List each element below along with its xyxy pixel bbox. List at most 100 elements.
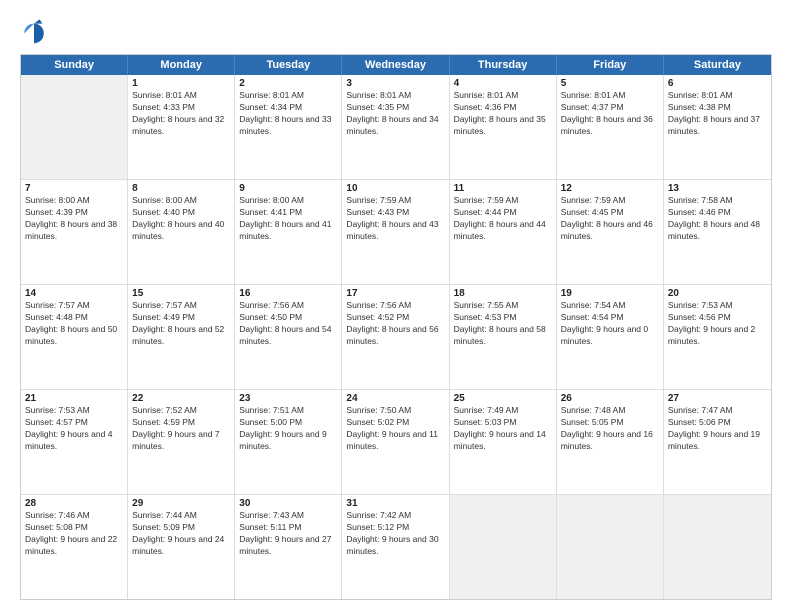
day-info: Sunrise: 8:00 AMSunset: 4:41 PMDaylight:… <box>239 195 337 243</box>
calendar-cell <box>557 495 664 599</box>
day-info: Sunrise: 7:47 AMSunset: 5:06 PMDaylight:… <box>668 405 767 453</box>
day-info: Sunrise: 7:42 AMSunset: 5:12 PMDaylight:… <box>346 510 444 558</box>
weekday-header: Sunday <box>21 55 128 75</box>
calendar-cell: 18Sunrise: 7:55 AMSunset: 4:53 PMDayligh… <box>450 285 557 389</box>
day-info: Sunrise: 7:49 AMSunset: 5:03 PMDaylight:… <box>454 405 552 453</box>
day-info: Sunrise: 8:01 AMSunset: 4:34 PMDaylight:… <box>239 90 337 138</box>
weekday-header: Friday <box>557 55 664 75</box>
day-number: 12 <box>561 183 659 194</box>
calendar-cell <box>21 75 128 179</box>
calendar-week-row: 7Sunrise: 8:00 AMSunset: 4:39 PMDaylight… <box>21 180 771 285</box>
calendar-header-row: SundayMondayTuesdayWednesdayThursdayFrid… <box>21 55 771 75</box>
calendar-cell <box>664 495 771 599</box>
day-info: Sunrise: 7:53 AMSunset: 4:56 PMDaylight:… <box>668 300 767 348</box>
day-info: Sunrise: 8:00 AMSunset: 4:40 PMDaylight:… <box>132 195 230 243</box>
calendar-cell: 21Sunrise: 7:53 AMSunset: 4:57 PMDayligh… <box>21 390 128 494</box>
calendar-cell: 9Sunrise: 8:00 AMSunset: 4:41 PMDaylight… <box>235 180 342 284</box>
day-info: Sunrise: 8:01 AMSunset: 4:37 PMDaylight:… <box>561 90 659 138</box>
day-info: Sunrise: 7:54 AMSunset: 4:54 PMDaylight:… <box>561 300 659 348</box>
calendar-cell: 6Sunrise: 8:01 AMSunset: 4:38 PMDaylight… <box>664 75 771 179</box>
day-info: Sunrise: 7:59 AMSunset: 4:44 PMDaylight:… <box>454 195 552 243</box>
calendar-cell: 1Sunrise: 8:01 AMSunset: 4:33 PMDaylight… <box>128 75 235 179</box>
calendar-cell: 26Sunrise: 7:48 AMSunset: 5:05 PMDayligh… <box>557 390 664 494</box>
day-number: 26 <box>561 393 659 404</box>
calendar: SundayMondayTuesdayWednesdayThursdayFrid… <box>20 54 772 600</box>
calendar-cell: 12Sunrise: 7:59 AMSunset: 4:45 PMDayligh… <box>557 180 664 284</box>
day-number: 1 <box>132 78 230 89</box>
calendar-week-row: 1Sunrise: 8:01 AMSunset: 4:33 PMDaylight… <box>21 75 771 180</box>
calendar-cell: 4Sunrise: 8:01 AMSunset: 4:36 PMDaylight… <box>450 75 557 179</box>
calendar-cell: 5Sunrise: 8:01 AMSunset: 4:37 PMDaylight… <box>557 75 664 179</box>
calendar-cell: 10Sunrise: 7:59 AMSunset: 4:43 PMDayligh… <box>342 180 449 284</box>
page: SundayMondayTuesdayWednesdayThursdayFrid… <box>0 0 792 612</box>
day-number: 28 <box>25 498 123 509</box>
day-info: Sunrise: 7:51 AMSunset: 5:00 PMDaylight:… <box>239 405 337 453</box>
logo-icon <box>20 18 48 46</box>
day-number: 2 <box>239 78 337 89</box>
day-info: Sunrise: 7:58 AMSunset: 4:46 PMDaylight:… <box>668 195 767 243</box>
day-info: Sunrise: 7:57 AMSunset: 4:48 PMDaylight:… <box>25 300 123 348</box>
calendar-cell: 30Sunrise: 7:43 AMSunset: 5:11 PMDayligh… <box>235 495 342 599</box>
day-number: 7 <box>25 183 123 194</box>
calendar-cell: 28Sunrise: 7:46 AMSunset: 5:08 PMDayligh… <box>21 495 128 599</box>
day-number: 5 <box>561 78 659 89</box>
day-number: 22 <box>132 393 230 404</box>
calendar-cell: 23Sunrise: 7:51 AMSunset: 5:00 PMDayligh… <box>235 390 342 494</box>
calendar-cell: 19Sunrise: 7:54 AMSunset: 4:54 PMDayligh… <box>557 285 664 389</box>
day-number: 23 <box>239 393 337 404</box>
day-info: Sunrise: 7:50 AMSunset: 5:02 PMDaylight:… <box>346 405 444 453</box>
day-info: Sunrise: 7:43 AMSunset: 5:11 PMDaylight:… <box>239 510 337 558</box>
day-info: Sunrise: 7:55 AMSunset: 4:53 PMDaylight:… <box>454 300 552 348</box>
calendar-cell: 7Sunrise: 8:00 AMSunset: 4:39 PMDaylight… <box>21 180 128 284</box>
day-number: 6 <box>668 78 767 89</box>
day-number: 14 <box>25 288 123 299</box>
day-number: 21 <box>25 393 123 404</box>
calendar-cell: 20Sunrise: 7:53 AMSunset: 4:56 PMDayligh… <box>664 285 771 389</box>
day-info: Sunrise: 8:01 AMSunset: 4:38 PMDaylight:… <box>668 90 767 138</box>
calendar-cell: 2Sunrise: 8:01 AMSunset: 4:34 PMDaylight… <box>235 75 342 179</box>
day-info: Sunrise: 7:44 AMSunset: 5:09 PMDaylight:… <box>132 510 230 558</box>
weekday-header: Wednesday <box>342 55 449 75</box>
day-info: Sunrise: 8:01 AMSunset: 4:36 PMDaylight:… <box>454 90 552 138</box>
day-info: Sunrise: 7:56 AMSunset: 4:50 PMDaylight:… <box>239 300 337 348</box>
day-number: 3 <box>346 78 444 89</box>
calendar-cell: 27Sunrise: 7:47 AMSunset: 5:06 PMDayligh… <box>664 390 771 494</box>
day-info: Sunrise: 7:56 AMSunset: 4:52 PMDaylight:… <box>346 300 444 348</box>
day-number: 13 <box>668 183 767 194</box>
day-number: 30 <box>239 498 337 509</box>
day-info: Sunrise: 7:59 AMSunset: 4:43 PMDaylight:… <box>346 195 444 243</box>
day-number: 15 <box>132 288 230 299</box>
calendar-cell: 13Sunrise: 7:58 AMSunset: 4:46 PMDayligh… <box>664 180 771 284</box>
weekday-header: Tuesday <box>235 55 342 75</box>
day-number: 8 <box>132 183 230 194</box>
day-number: 16 <box>239 288 337 299</box>
day-number: 31 <box>346 498 444 509</box>
day-info: Sunrise: 7:59 AMSunset: 4:45 PMDaylight:… <box>561 195 659 243</box>
calendar-cell: 22Sunrise: 7:52 AMSunset: 4:59 PMDayligh… <box>128 390 235 494</box>
calendar-week-row: 21Sunrise: 7:53 AMSunset: 4:57 PMDayligh… <box>21 390 771 495</box>
day-info: Sunrise: 7:53 AMSunset: 4:57 PMDaylight:… <box>25 405 123 453</box>
day-info: Sunrise: 7:57 AMSunset: 4:49 PMDaylight:… <box>132 300 230 348</box>
calendar-cell: 8Sunrise: 8:00 AMSunset: 4:40 PMDaylight… <box>128 180 235 284</box>
day-number: 11 <box>454 183 552 194</box>
day-info: Sunrise: 7:46 AMSunset: 5:08 PMDaylight:… <box>25 510 123 558</box>
logo <box>20 18 52 46</box>
calendar-cell: 11Sunrise: 7:59 AMSunset: 4:44 PMDayligh… <box>450 180 557 284</box>
day-number: 4 <box>454 78 552 89</box>
day-info: Sunrise: 8:01 AMSunset: 4:35 PMDaylight:… <box>346 90 444 138</box>
calendar-week-row: 28Sunrise: 7:46 AMSunset: 5:08 PMDayligh… <box>21 495 771 599</box>
calendar-cell: 25Sunrise: 7:49 AMSunset: 5:03 PMDayligh… <box>450 390 557 494</box>
day-number: 27 <box>668 393 767 404</box>
day-number: 29 <box>132 498 230 509</box>
calendar-cell: 14Sunrise: 7:57 AMSunset: 4:48 PMDayligh… <box>21 285 128 389</box>
calendar-cell: 15Sunrise: 7:57 AMSunset: 4:49 PMDayligh… <box>128 285 235 389</box>
weekday-header: Saturday <box>664 55 771 75</box>
day-number: 20 <box>668 288 767 299</box>
calendar-cell: 24Sunrise: 7:50 AMSunset: 5:02 PMDayligh… <box>342 390 449 494</box>
day-number: 18 <box>454 288 552 299</box>
calendar-body: 1Sunrise: 8:01 AMSunset: 4:33 PMDaylight… <box>21 75 771 599</box>
day-number: 10 <box>346 183 444 194</box>
calendar-cell: 3Sunrise: 8:01 AMSunset: 4:35 PMDaylight… <box>342 75 449 179</box>
day-number: 17 <box>346 288 444 299</box>
day-info: Sunrise: 7:52 AMSunset: 4:59 PMDaylight:… <box>132 405 230 453</box>
